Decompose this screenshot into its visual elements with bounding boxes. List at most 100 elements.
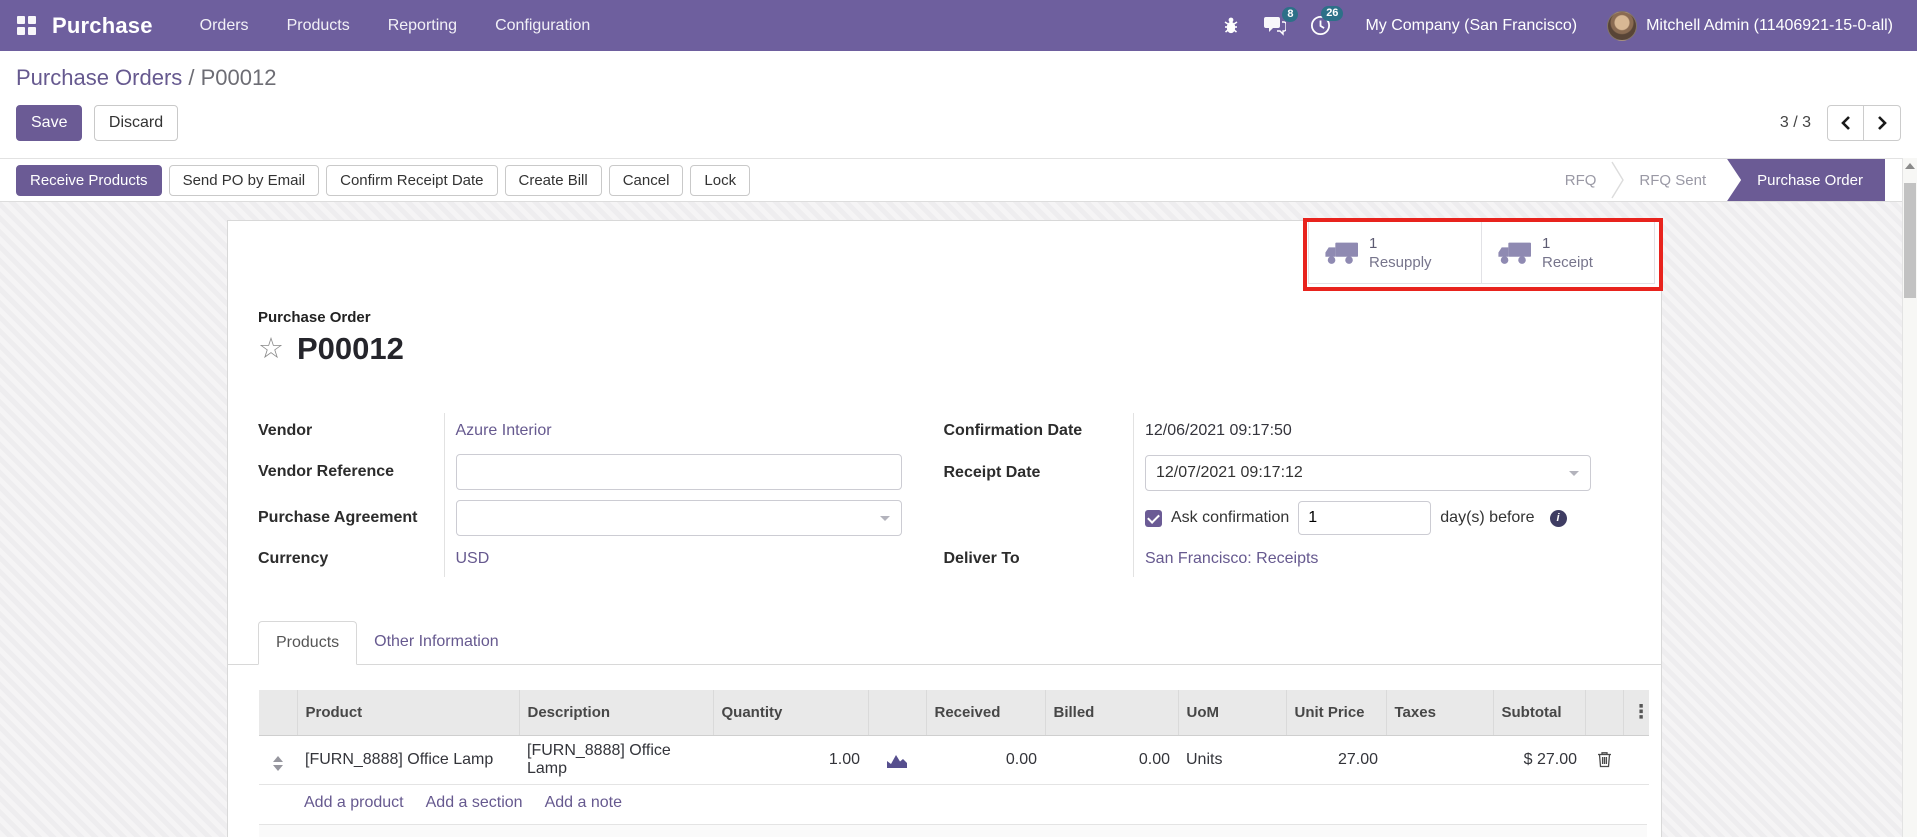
billed-column-header: Billed bbox=[1044, 690, 1178, 736]
taxes-column-header: Taxes bbox=[1385, 690, 1493, 736]
breadcrumb-parent-link[interactable]: Purchase Orders bbox=[16, 65, 182, 90]
deliver-to-label: Deliver To bbox=[943, 540, 1134, 577]
resupply-label: Resupply bbox=[1369, 253, 1432, 271]
product-column-header: Product bbox=[296, 690, 519, 736]
resupply-count: 1 bbox=[1369, 234, 1378, 252]
cancel-button[interactable]: Cancel bbox=[608, 164, 684, 196]
form-view: 1 Resupply 1 Receipt Purchase Order ☆ P000… bbox=[0, 202, 1917, 837]
handle-column-header bbox=[259, 690, 297, 736]
receipt-date-input[interactable] bbox=[1145, 454, 1591, 491]
line-uom-cell[interactable]: Units bbox=[1178, 735, 1286, 785]
unit-price-column-header: Unit Price bbox=[1285, 690, 1386, 736]
scrollbar-thumb[interactable] bbox=[1904, 183, 1916, 298]
line-subtotal-cell[interactable]: $ 27.00 bbox=[1493, 735, 1585, 785]
debug-bug-icon[interactable] bbox=[1222, 16, 1240, 35]
line-forecast-cell[interactable] bbox=[868, 735, 926, 785]
add-a-product-link[interactable]: Add a product bbox=[304, 794, 404, 812]
pager-value[interactable]: 3 / 3 bbox=[1780, 114, 1811, 132]
receipt-label: Receipt bbox=[1542, 253, 1593, 271]
confirmation-date-value: 12/06/2021 09:17:50 bbox=[1145, 422, 1292, 440]
info-icon: i bbox=[1549, 509, 1567, 527]
truck-icon bbox=[1498, 242, 1531, 264]
state-rfq[interactable]: RFQ bbox=[1550, 172, 1612, 189]
user-avatar[interactable] bbox=[1607, 10, 1638, 41]
state-rfq-sent[interactable]: RFQ Sent bbox=[1624, 172, 1721, 189]
line-billed-cell[interactable]: 0.00 bbox=[1045, 735, 1178, 785]
pager-previous-button[interactable] bbox=[1827, 105, 1864, 141]
company-switcher[interactable]: My Company (San Francisco) bbox=[1365, 17, 1577, 35]
vendor-reference-input[interactable] bbox=[455, 454, 902, 490]
form-sheet: 1 Resupply 1 Receipt Purchase Order ☆ P000… bbox=[227, 218, 1663, 837]
messages-badge: 8 bbox=[1282, 6, 1299, 22]
delete-line-trash-icon[interactable] bbox=[1597, 751, 1612, 768]
discard-button[interactable]: Discard bbox=[93, 105, 179, 141]
activities-clock-icon[interactable]: 26 bbox=[1310, 6, 1344, 36]
receive-products-button[interactable]: Receive Products bbox=[16, 164, 162, 196]
state-purchase-order[interactable]: Purchase Order bbox=[1727, 159, 1885, 201]
add-a-section-link[interactable]: Add a section bbox=[426, 794, 523, 812]
apps-grid-icon[interactable] bbox=[17, 16, 36, 35]
menu-products[interactable]: Products bbox=[268, 2, 369, 50]
messages-icon[interactable]: 8 bbox=[1264, 6, 1299, 36]
pager: 3 / 3 bbox=[1780, 105, 1901, 141]
forecast-chart-icon[interactable] bbox=[887, 752, 907, 768]
vertical-scrollbar[interactable] bbox=[1902, 158, 1917, 837]
save-button[interactable]: Save bbox=[16, 105, 83, 141]
currency-label: Currency bbox=[258, 541, 445, 577]
edit-buttons: Save Discard bbox=[16, 105, 185, 141]
tab-products[interactable]: Products bbox=[258, 621, 358, 665]
line-add-links: Add a product Add a section Add a note bbox=[259, 785, 1647, 825]
received-column-header: Received bbox=[925, 690, 1045, 736]
app-brand[interactable]: Purchase bbox=[52, 13, 153, 39]
tab-other-information[interactable]: Other Information bbox=[357, 621, 516, 664]
control-panel: Purchase Orders / P00012 Save Discard 3 … bbox=[0, 51, 1917, 158]
confirmation-date-label: Confirmation Date bbox=[943, 413, 1134, 450]
line-description-cell[interactable]: [FURN_8888] Office Lamp bbox=[519, 735, 713, 785]
subtotal-column-header: Subtotal bbox=[1492, 690, 1585, 736]
notebook-tabs: Products Other Information bbox=[228, 621, 1661, 665]
optional-columns-icon[interactable]: ⋮ bbox=[1632, 701, 1651, 724]
send-po-by-email-button[interactable]: Send PO by Email bbox=[168, 164, 320, 196]
document-name[interactable]: P00012 bbox=[297, 331, 404, 367]
line-product-cell[interactable]: [FURN_8888] Office Lamp bbox=[297, 735, 519, 785]
top-menu: Orders Products Reporting Configuration bbox=[181, 2, 610, 50]
vendor-value-link[interactable]: Azure Interior bbox=[456, 422, 552, 439]
optional-columns-header: ⋮ bbox=[1622, 690, 1651, 736]
lock-button[interactable]: Lock bbox=[690, 164, 751, 196]
line-taxes-cell[interactable] bbox=[1386, 735, 1493, 785]
line-quantity-cell[interactable]: 1.00 bbox=[713, 735, 868, 785]
status-pipeline: RFQ RFQ Sent Purchase Order bbox=[1550, 159, 1885, 201]
deliver-to-value-link[interactable]: San Francisco: Receipts bbox=[1145, 550, 1318, 567]
quantity-column-header: Quantity bbox=[712, 690, 868, 736]
vendor-label: Vendor bbox=[258, 413, 445, 449]
confirm-receipt-date-button[interactable]: Confirm Receipt Date bbox=[326, 164, 498, 196]
pager-next-button[interactable] bbox=[1864, 105, 1901, 141]
statusbar: Receive Products Send PO by Email Confir… bbox=[0, 158, 1917, 202]
line-received-cell[interactable]: 0.00 bbox=[926, 735, 1045, 785]
breadcrumb: Purchase Orders / P00012 bbox=[16, 63, 1901, 93]
description-column-header: Description bbox=[518, 690, 713, 736]
scrollbar-up-arrow-icon[interactable] bbox=[1903, 158, 1917, 174]
days-before-suffix: day(s) before bbox=[1440, 509, 1535, 527]
purchase-agreement-input[interactable] bbox=[455, 500, 902, 536]
line-unit-price-cell[interactable]: 27.00 bbox=[1286, 735, 1386, 785]
menu-orders[interactable]: Orders bbox=[181, 2, 268, 50]
add-a-note-link[interactable]: Add a note bbox=[545, 794, 622, 812]
status-separator-icon bbox=[1611, 161, 1625, 199]
user-menu[interactable]: Mitchell Admin (11406921-15-0-all) bbox=[1646, 17, 1893, 35]
list-footer bbox=[259, 825, 1647, 837]
menu-reporting[interactable]: Reporting bbox=[369, 2, 476, 50]
days-before-input[interactable] bbox=[1298, 501, 1432, 536]
currency-value-link[interactable]: USD bbox=[456, 550, 490, 567]
top-navbar: Purchase Orders Products Reporting Confi… bbox=[0, 0, 1917, 51]
receipt-count: 1 bbox=[1542, 234, 1551, 252]
resupply-smart-button[interactable]: 1 Resupply bbox=[1308, 221, 1482, 284]
menu-configuration[interactable]: Configuration bbox=[476, 2, 609, 50]
order-line-row[interactable]: [FURN_8888] Office Lamp [FURN_8888] Offi… bbox=[259, 735, 1649, 785]
ask-confirmation-checkbox[interactable] bbox=[1145, 509, 1162, 527]
favorite-star-icon[interactable]: ☆ bbox=[258, 334, 284, 364]
receipt-smart-button[interactable]: 1 Receipt bbox=[1481, 221, 1655, 284]
drag-handle-icon[interactable] bbox=[273, 756, 283, 771]
truck-icon bbox=[1325, 242, 1358, 264]
create-bill-button[interactable]: Create Bill bbox=[504, 164, 602, 196]
